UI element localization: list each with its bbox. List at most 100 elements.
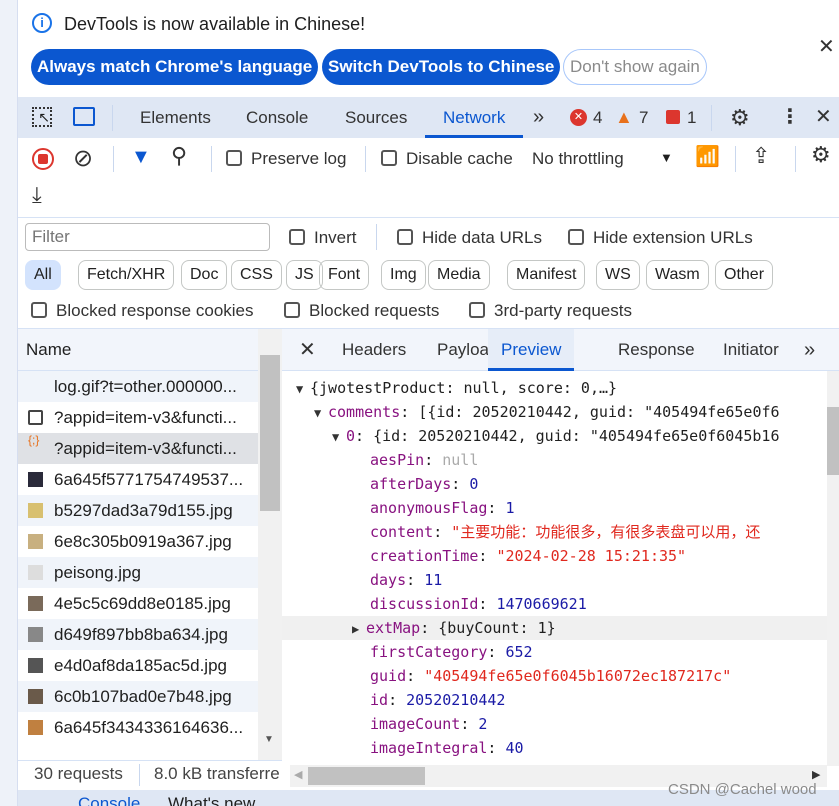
- tab-console[interactable]: Console: [246, 97, 308, 138]
- blocked-cookies-checkbox[interactable]: Blocked response cookies: [31, 301, 254, 321]
- json-field[interactable]: guid: "405494fe65e0f6045b16072ec187217c": [282, 664, 827, 688]
- network-conditions-icon[interactable]: 📶: [695, 144, 720, 169]
- json-field[interactable]: firstCategory: 652: [282, 640, 827, 664]
- json-field[interactable]: imageIntegral: 40: [282, 736, 827, 760]
- more-tabs-icon[interactable]: »: [533, 97, 544, 138]
- type-filter-wasm[interactable]: Wasm: [646, 260, 709, 290]
- search-icon[interactable]: ⚲: [171, 143, 187, 169]
- json-field[interactable]: id: 20520210442: [282, 688, 827, 712]
- warning-count[interactable]: 7: [639, 97, 648, 138]
- watermark: CSDN @Cachel wood: [668, 781, 817, 798]
- json-key: imageIntegral: [370, 739, 488, 757]
- json-field[interactable]: creationTime: "2024-02-28 15:21:35": [282, 544, 827, 568]
- inspect-element-icon[interactable]: ↖: [32, 107, 52, 127]
- request-row[interactable]: d649f897bb8ba634.jpg: [18, 619, 258, 650]
- detail-tabs: ✕ Headers Payload Preview Response Initiator…: [282, 329, 839, 371]
- network-settings-icon[interactable]: ⚙: [811, 142, 831, 168]
- more-tabs-icon[interactable]: »: [804, 329, 815, 371]
- hide-data-urls-checkbox[interactable]: Hide data URLs: [397, 228, 542, 248]
- request-row[interactable]: 6e8c305b0919a367.jpg: [18, 526, 258, 557]
- expand-down-icon[interactable]: ▼: [332, 425, 346, 448]
- device-toolbar-icon[interactable]: [73, 107, 95, 126]
- always-match-language-button[interactable]: Always match Chrome's language: [31, 49, 319, 85]
- issues-icon[interactable]: [666, 110, 680, 124]
- request-row[interactable]: log.gif?t=other.000000...: [18, 371, 258, 402]
- type-filter-media[interactable]: Media: [428, 260, 490, 290]
- json-field[interactable]: afterDays: 0: [282, 472, 827, 496]
- json-item-0[interactable]: ▼ 0: {id: 20520210442, guid: "405494fe65e…: [282, 424, 827, 448]
- blocked-requests-checkbox[interactable]: Blocked requests: [284, 301, 439, 321]
- type-filter-css[interactable]: CSS: [231, 260, 282, 290]
- error-icon[interactable]: ✕: [570, 109, 587, 126]
- third-party-checkbox[interactable]: 3rd-party requests: [469, 301, 632, 321]
- request-row[interactable]: b5297dad3a79d155.jpg: [18, 495, 258, 526]
- type-filter-manifest[interactable]: Manifest: [507, 260, 586, 290]
- throttling-select[interactable]: No throttling: [532, 149, 624, 169]
- more-options-icon[interactable]: ⋮: [780, 97, 800, 138]
- request-row[interactable]: 6c0b107bad0e7b48.jpg: [18, 681, 258, 712]
- chevron-down-icon[interactable]: ▼: [660, 150, 673, 165]
- request-row[interactable]: 6a645f5771754749537...: [18, 464, 258, 495]
- json-root[interactable]: ▼ {jwotestProduct: null, score: 0,…}: [282, 376, 827, 400]
- expand-down-icon[interactable]: ▼: [314, 401, 328, 424]
- json-field[interactable]: imageCount: 2: [282, 712, 827, 736]
- tab-response[interactable]: Response: [618, 329, 695, 371]
- json-field[interactable]: days: 11: [282, 568, 827, 592]
- issues-count[interactable]: 1: [687, 97, 696, 138]
- type-filter-js[interactable]: JS: [286, 260, 323, 290]
- type-filter-fetchxhr[interactable]: Fetch/XHR: [78, 260, 175, 290]
- request-row[interactable]: peisong.jpg: [18, 557, 258, 588]
- invert-checkbox[interactable]: Invert: [289, 228, 357, 248]
- tab-network[interactable]: Network: [425, 97, 524, 138]
- clear-icon[interactable]: ⊘: [73, 144, 93, 173]
- type-filter-other[interactable]: Other: [715, 260, 774, 290]
- type-filter-ws[interactable]: WS: [596, 260, 640, 290]
- filter-icon[interactable]: ▼: [131, 146, 151, 169]
- filter-input[interactable]: [25, 223, 270, 251]
- image-thumbnail-icon: [28, 658, 43, 673]
- disable-cache-checkbox[interactable]: Disable cache: [381, 149, 513, 169]
- switch-to-chinese-button[interactable]: Switch DevTools to Chinese: [322, 49, 561, 85]
- tab-elements[interactable]: Elements: [140, 97, 211, 138]
- request-row[interactable]: 6a645f3434336164636...: [18, 712, 258, 743]
- blocked-requests-label: Blocked requests: [309, 301, 440, 320]
- list-scrollbar[interactable]: ▼: [258, 329, 282, 761]
- hide-extension-urls-checkbox[interactable]: Hide extension URLs: [568, 228, 753, 248]
- name-column-header[interactable]: Name: [18, 329, 258, 371]
- type-filter-img[interactable]: Img: [381, 260, 426, 290]
- import-har-icon[interactable]: ⇪: [752, 143, 770, 169]
- request-row[interactable]: e4d0af8da185ac5d.jpg: [18, 650, 258, 681]
- json-comments[interactable]: ▼ comments: [{id: 20520210442, guid: "405…: [282, 400, 827, 424]
- close-detail-icon[interactable]: ✕: [299, 329, 316, 371]
- request-row[interactable]: 4e5c5c69dd8e0185.jpg: [18, 588, 258, 619]
- request-row[interactable]: ?appid=item-v3&functi...: [18, 402, 258, 433]
- json-field[interactable]: content: "主要功能：功能很多，有很多表盘可以用，还: [282, 520, 827, 544]
- preview-vscroll[interactable]: [827, 371, 839, 766]
- export-har-icon[interactable]: ⤓: [32, 182, 42, 208]
- drawer-tab-whats-new[interactable]: What's new: [168, 794, 255, 806]
- error-count[interactable]: 4: [593, 97, 602, 138]
- close-icon[interactable]: ✕: [818, 34, 835, 59]
- tab-sources[interactable]: Sources: [345, 97, 407, 138]
- tab-initiator[interactable]: Initiator: [723, 329, 779, 371]
- settings-icon[interactable]: ⚙: [730, 97, 750, 138]
- type-filter-font[interactable]: Font: [319, 260, 370, 290]
- json-field[interactable]: anonymousFlag: 1: [282, 496, 827, 520]
- type-filter-all[interactable]: All: [25, 260, 61, 290]
- expand-right-icon[interactable]: ▶: [352, 617, 366, 640]
- expand-down-icon[interactable]: ▼: [296, 377, 310, 400]
- warning-icon[interactable]: ▲: [615, 107, 633, 128]
- close-devtools-icon[interactable]: ✕: [815, 97, 832, 138]
- tab-headers[interactable]: Headers: [342, 329, 406, 371]
- json-field[interactable]: discussionId: 1470669621: [282, 592, 827, 616]
- preserve-log-checkbox[interactable]: Preserve log: [226, 149, 346, 169]
- record-stop-icon[interactable]: [32, 148, 54, 170]
- drawer-tab-console[interactable]: Console: [78, 794, 140, 806]
- json-field[interactable]: ▶ extMap: {buyCount: 1}: [282, 616, 827, 640]
- info-icon: i: [32, 13, 52, 33]
- json-field[interactable]: aesPin: null: [282, 448, 827, 472]
- type-filter-doc[interactable]: Doc: [181, 260, 228, 290]
- request-row[interactable]: {;} ?appid=item-v3&functi...: [18, 433, 258, 464]
- dont-show-again-button[interactable]: Don't show again: [563, 49, 707, 85]
- tab-preview[interactable]: Preview: [488, 329, 575, 371]
